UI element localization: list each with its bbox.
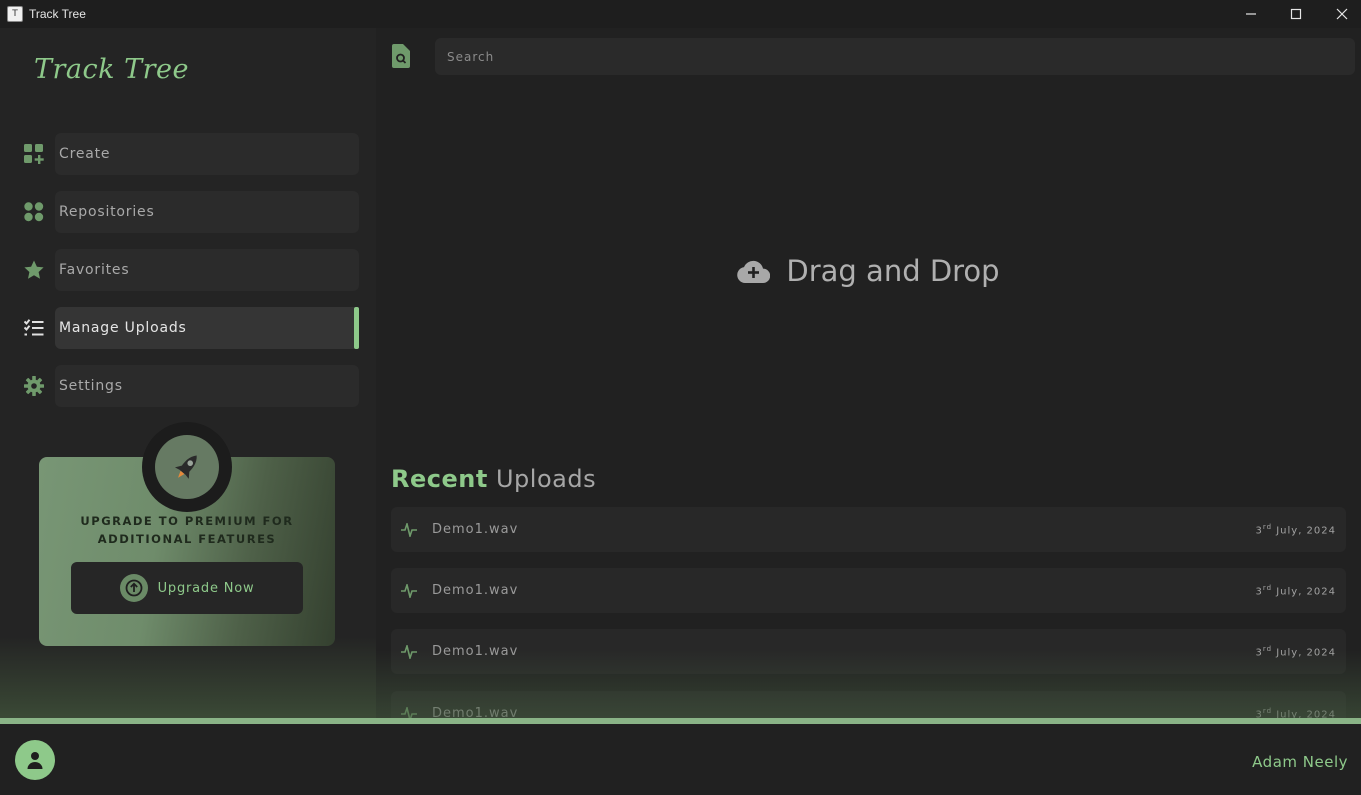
waveform-icon xyxy=(401,583,417,598)
upload-date: 3rd July, 2024 xyxy=(1255,644,1336,659)
rocket-badge xyxy=(142,422,232,512)
user-avatar[interactable] xyxy=(15,740,55,780)
upload-row[interactable]: Demo1.wav 3rd July, 2024 xyxy=(391,507,1346,552)
sidebar-item-create[interactable]: Create xyxy=(22,133,359,175)
maximize-button[interactable] xyxy=(1273,0,1319,28)
close-icon xyxy=(1336,8,1348,20)
star-icon xyxy=(23,259,45,281)
waveform-icon xyxy=(401,644,417,659)
upload-date: 3rd July, 2024 xyxy=(1255,522,1336,537)
upgrade-now-button[interactable]: Upgrade Now xyxy=(71,562,303,614)
cloud-plus-icon xyxy=(737,260,771,283)
recent-uploads-heading: Recent Uploads xyxy=(391,465,597,493)
drag-and-drop-zone[interactable]: Drag and Drop xyxy=(376,88,1361,453)
rocket-icon xyxy=(174,455,197,479)
sidebar-item-label: Create xyxy=(59,146,111,162)
sidebar-item-manage-uploads[interactable]: Manage Uploads xyxy=(22,307,359,349)
waveform-icon xyxy=(401,522,417,537)
file-name: Demo1.wav xyxy=(432,583,519,598)
sidebar-item-label: Manage Uploads xyxy=(59,320,187,336)
upload-date: 3rd July, 2024 xyxy=(1255,583,1336,598)
window-title: Track Tree xyxy=(29,7,86,21)
title-bar: T Track Tree xyxy=(0,0,1361,28)
app-logo: Track Tree xyxy=(34,54,189,85)
file-search-icon[interactable] xyxy=(392,44,410,68)
search-input[interactable] xyxy=(435,38,1355,75)
drag-and-drop-label: Drag and Drop xyxy=(786,253,1000,288)
gear-icon xyxy=(23,375,45,397)
upload-row[interactable]: Demo1.wav 3rd July, 2024 xyxy=(391,568,1346,613)
grid-plus-icon xyxy=(23,143,45,165)
four-dots-icon xyxy=(23,201,45,223)
sidebar-item-settings[interactable]: Settings xyxy=(22,365,359,407)
sidebar-item-favorites[interactable]: Favorites xyxy=(22,249,359,291)
app-icon: T xyxy=(7,6,23,22)
footer-bar: Adam Neely xyxy=(0,724,1361,795)
upload-icon xyxy=(119,574,148,602)
minimize-icon xyxy=(1246,13,1256,15)
sidebar-item-repositories[interactable]: Repositories xyxy=(22,191,359,233)
sidebar-item-label: Favorites xyxy=(59,262,130,278)
maximize-icon xyxy=(1290,8,1302,20)
file-name: Demo1.wav xyxy=(432,644,519,659)
sidebar: Track Tree Create Repositories Favorites… xyxy=(0,28,376,720)
checklist-icon xyxy=(23,317,45,339)
username-label[interactable]: Adam Neely xyxy=(1252,753,1348,771)
sidebar-item-label: Settings xyxy=(59,378,123,394)
sidebar-item-label: Repositories xyxy=(59,204,155,220)
user-icon xyxy=(27,752,43,769)
premium-promo-text: UPGRADE TO PREMIUM FOR ADDITIONAL FEATUR… xyxy=(80,514,294,546)
minimize-button[interactable] xyxy=(1228,0,1274,28)
upload-row[interactable]: Demo1.wav 3rd July, 2024 xyxy=(391,629,1346,674)
main-panel: Drag and Drop Recent Uploads Demo1.wav 3… xyxy=(376,28,1361,736)
upgrade-button-label: Upgrade Now xyxy=(157,580,255,596)
close-button[interactable] xyxy=(1319,0,1361,28)
file-name: Demo1.wav xyxy=(432,522,519,537)
